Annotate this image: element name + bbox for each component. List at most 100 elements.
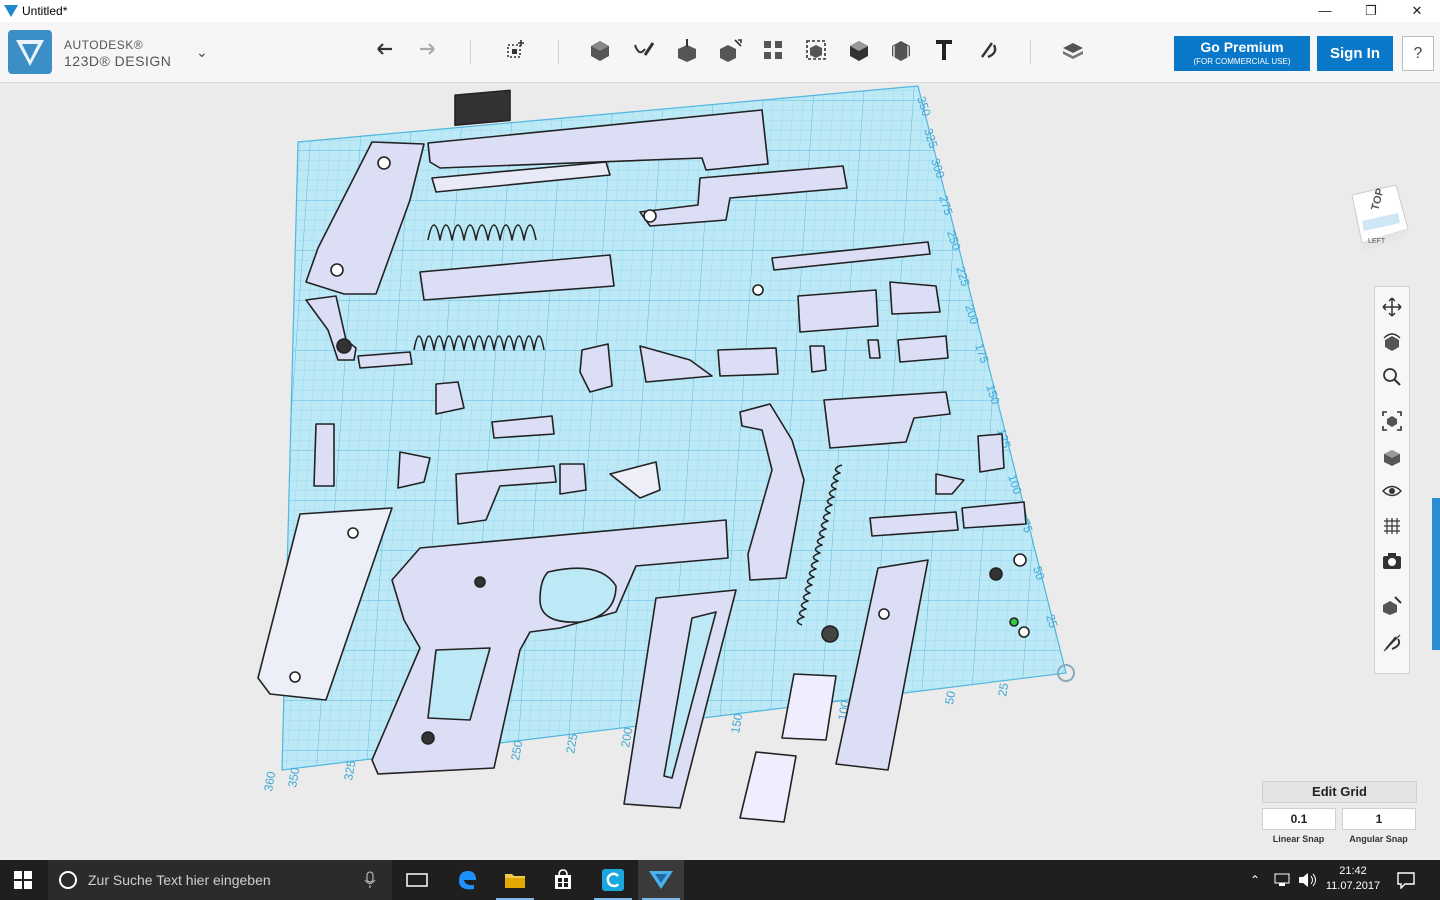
edit-grid-button[interactable]: Edit Grid [1262,781,1417,803]
redo-icon [420,43,435,55]
brand-line-1: AUTODESK® [64,38,144,52]
taskbar-search-box[interactable]: Zur Suche Text hier eingeben [48,860,392,900]
main-toolbar: AUTODESK® 123D® DESIGN ⌄ Go Premium (FOR… [0,22,1440,83]
123d-design-taskbar[interactable] [638,860,684,900]
visibility-button[interactable] [1380,479,1404,503]
view-cube-left-label: LEFT [1368,238,1386,245]
view-cube[interactable]: TOP LEFT [1350,181,1410,251]
screenshot-button[interactable] [1380,549,1404,573]
minimize-button[interactable]: — [1302,0,1348,22]
grid-label-bottom: 50 [942,690,958,706]
grid-icon [1384,518,1400,534]
undo-icon [377,43,392,55]
side-panel-toggle[interactable] [1432,498,1440,650]
volume-icon[interactable] [1298,860,1318,900]
notification-center-button[interactable] [1396,860,1416,900]
store-taskbar[interactable] [540,860,586,900]
construct-button[interactable] [670,32,704,68]
notification-icon [1397,872,1415,889]
combine-button[interactable] [842,32,876,68]
fit-button[interactable] [1380,409,1404,433]
zoom-icon [1383,368,1401,386]
pan-button[interactable] [1380,295,1404,319]
clock-date: 11.07.2017 [1325,880,1381,892]
app-menu-logo-icon[interactable] [8,30,52,74]
folder-icon [505,874,525,888]
brand-line-2: 123D® DESIGN [64,53,172,69]
text-icon [936,40,952,60]
camera-icon [1383,553,1401,569]
go-premium-button[interactable]: Go Premium (FOR COMMERCIAL USE) [1174,36,1310,71]
snap-button[interactable] [970,32,1004,68]
show-hidden-icons-button[interactable]: ⌃ [1250,860,1260,900]
sketch-icon [634,42,655,56]
workplane-scene: 350 325 300 275 250 225 200 175 150 125 … [257,85,1075,823]
pattern-button[interactable] [756,32,790,68]
3d-viewport[interactable]: 350 325 300 275 250 225 200 175 150 125 … [0,83,1440,860]
eye-icon [1382,485,1402,497]
start-button[interactable] [0,860,46,900]
orbit-button[interactable] [1380,330,1404,354]
premium-title: Go Premium [1200,39,1284,55]
redo-button[interactable] [410,32,444,68]
part-mag-base[interactable] [739,751,797,823]
edge-browser-taskbar[interactable] [444,860,490,900]
linear-snap-input[interactable]: 0.1 [1262,808,1336,830]
view-mode-button[interactable] [1380,445,1404,469]
close-button[interactable]: ✕ [1394,0,1440,22]
grid-label-bottom: 325 [341,759,358,781]
group-button[interactable] [799,32,833,68]
grid-label-bottom: 350 [285,766,302,788]
sign-in-button[interactable]: Sign In [1317,36,1393,71]
sketch-button[interactable] [627,32,661,68]
windows-logo-icon [14,871,32,889]
construct-icon [678,39,696,62]
search-placeholder: Zur Suche Text hier eingeben [88,872,271,888]
restore-button[interactable]: ❐ [1348,0,1394,22]
material-display-button[interactable] [1380,593,1404,617]
file-explorer-taskbar[interactable] [492,860,538,900]
transform-button[interactable] [498,32,532,68]
measure-button[interactable] [884,32,918,68]
grid-visibility-button[interactable] [1380,514,1404,538]
snap-toggle-icon [1383,634,1401,652]
microphone-icon[interactable] [364,871,376,889]
pattern-icon [764,41,782,59]
primitives-icon [591,41,609,61]
grid-label-bottom: 25 [995,682,1011,698]
c-app-icon [602,869,624,891]
grid-label-bottom: 360 [261,770,278,792]
network-icon[interactable] [1274,860,1292,900]
title-bar: Untitled* — ❐ ✕ [0,0,1440,22]
window-title: Untitled* [22,4,68,18]
undo-button[interactable] [368,32,402,68]
task-view-icon [406,873,428,887]
snap-toggle-button[interactable] [1380,631,1404,655]
help-button[interactable]: ? [1402,36,1434,71]
material-icon [1063,43,1083,59]
material-display-icon [1383,596,1402,615]
angular-snap-label: Angular Snap [1349,834,1408,844]
perspective-icon [1384,450,1400,466]
windows-taskbar: Zur Suche Text hier eingeben ⌃ 21:42 11.… [0,860,1440,900]
measure-icon [892,41,910,61]
zoom-button[interactable] [1380,365,1404,389]
modify-button[interactable] [713,32,747,68]
edge-icon [459,871,476,890]
pan-icon [1382,297,1402,317]
task-view-button[interactable] [394,860,440,900]
transform-icon [507,40,524,58]
material-button[interactable] [1056,32,1090,68]
app-logo-icon [4,5,18,17]
grid-label-bottom: 225 [563,732,580,754]
store-icon [555,869,571,889]
angular-snap-input[interactable]: 1 [1342,808,1416,830]
fit-icon [1382,411,1402,431]
app-menu-chevron-down-icon[interactable]: ⌄ [196,44,208,61]
ccleaner-taskbar[interactable] [590,860,636,900]
grid-label-bottom: 250 [508,739,525,761]
grid-label-bottom: 150 [728,712,745,734]
text-button[interactable] [927,32,961,68]
taskbar-clock[interactable]: 21:42 11.07.2017 [1318,864,1388,894]
primitives-button[interactable] [583,32,617,68]
